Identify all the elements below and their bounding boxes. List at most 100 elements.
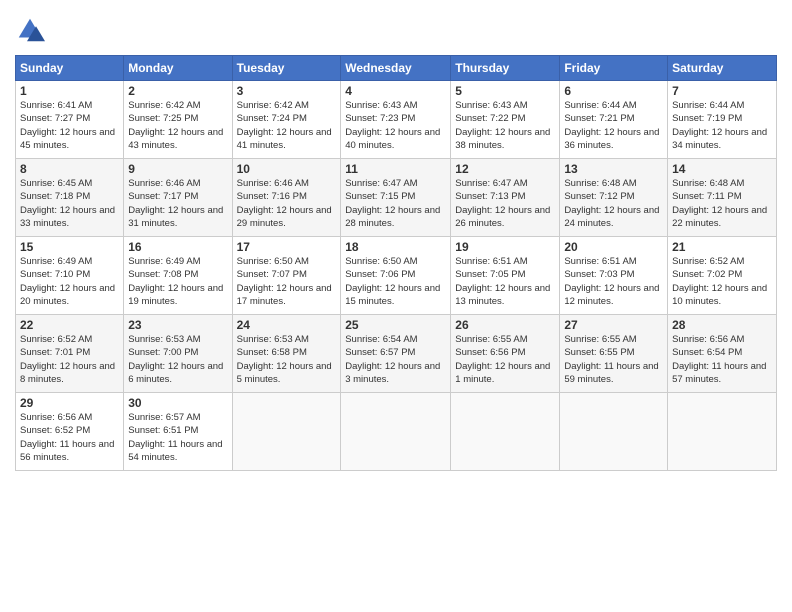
calendar-cell [341,393,451,471]
day-number: 23 [128,318,227,332]
calendar-cell: 25Sunrise: 6:54 AMSunset: 6:57 PMDayligh… [341,315,451,393]
logo [15,15,49,45]
day-number: 12 [455,162,555,176]
calendar-cell: 5Sunrise: 6:43 AMSunset: 7:22 PMDaylight… [451,81,560,159]
day-number: 15 [20,240,119,254]
day-number: 25 [345,318,446,332]
day-info: Sunrise: 6:55 AMSunset: 6:56 PMDaylight:… [455,333,555,386]
day-info: Sunrise: 6:42 AMSunset: 7:24 PMDaylight:… [237,99,337,152]
day-info: Sunrise: 6:43 AMSunset: 7:22 PMDaylight:… [455,99,555,152]
day-number: 5 [455,84,555,98]
calendar-week-1: 1Sunrise: 6:41 AMSunset: 7:27 PMDaylight… [16,81,777,159]
day-info: Sunrise: 6:48 AMSunset: 7:11 PMDaylight:… [672,177,772,230]
calendar-cell: 29Sunrise: 6:56 AMSunset: 6:52 PMDayligh… [16,393,124,471]
calendar-cell: 19Sunrise: 6:51 AMSunset: 7:05 PMDayligh… [451,237,560,315]
day-number: 2 [128,84,227,98]
calendar-header-friday: Friday [560,56,668,81]
calendar-cell [668,393,777,471]
day-info: Sunrise: 6:57 AMSunset: 6:51 PMDaylight:… [128,411,227,464]
calendar-header-wednesday: Wednesday [341,56,451,81]
day-info: Sunrise: 6:49 AMSunset: 7:08 PMDaylight:… [128,255,227,308]
calendar-cell: 1Sunrise: 6:41 AMSunset: 7:27 PMDaylight… [16,81,124,159]
calendar-cell: 24Sunrise: 6:53 AMSunset: 6:58 PMDayligh… [232,315,341,393]
day-info: Sunrise: 6:44 AMSunset: 7:19 PMDaylight:… [672,99,772,152]
calendar-cell: 8Sunrise: 6:45 AMSunset: 7:18 PMDaylight… [16,159,124,237]
calendar-cell: 22Sunrise: 6:52 AMSunset: 7:01 PMDayligh… [16,315,124,393]
calendar-header-saturday: Saturday [668,56,777,81]
day-number: 19 [455,240,555,254]
calendar-cell: 6Sunrise: 6:44 AMSunset: 7:21 PMDaylight… [560,81,668,159]
day-number: 13 [564,162,663,176]
calendar-cell: 18Sunrise: 6:50 AMSunset: 7:06 PMDayligh… [341,237,451,315]
day-info: Sunrise: 6:45 AMSunset: 7:18 PMDaylight:… [20,177,119,230]
day-number: 4 [345,84,446,98]
calendar-header-row: SundayMondayTuesdayWednesdayThursdayFrid… [16,56,777,81]
calendar-week-2: 8Sunrise: 6:45 AMSunset: 7:18 PMDaylight… [16,159,777,237]
day-info: Sunrise: 6:52 AMSunset: 7:02 PMDaylight:… [672,255,772,308]
day-number: 17 [237,240,337,254]
calendar-cell: 27Sunrise: 6:55 AMSunset: 6:55 PMDayligh… [560,315,668,393]
day-info: Sunrise: 6:50 AMSunset: 7:06 PMDaylight:… [345,255,446,308]
day-number: 8 [20,162,119,176]
calendar-cell: 10Sunrise: 6:46 AMSunset: 7:16 PMDayligh… [232,159,341,237]
calendar-week-3: 15Sunrise: 6:49 AMSunset: 7:10 PMDayligh… [16,237,777,315]
calendar-cell: 3Sunrise: 6:42 AMSunset: 7:24 PMDaylight… [232,81,341,159]
day-info: Sunrise: 6:56 AMSunset: 6:52 PMDaylight:… [20,411,119,464]
calendar-cell: 7Sunrise: 6:44 AMSunset: 7:19 PMDaylight… [668,81,777,159]
calendar-header-thursday: Thursday [451,56,560,81]
day-number: 26 [455,318,555,332]
day-info: Sunrise: 6:46 AMSunset: 7:17 PMDaylight:… [128,177,227,230]
day-info: Sunrise: 6:54 AMSunset: 6:57 PMDaylight:… [345,333,446,386]
day-info: Sunrise: 6:53 AMSunset: 7:00 PMDaylight:… [128,333,227,386]
day-info: Sunrise: 6:47 AMSunset: 7:13 PMDaylight:… [455,177,555,230]
calendar-cell: 20Sunrise: 6:51 AMSunset: 7:03 PMDayligh… [560,237,668,315]
calendar-body: 1Sunrise: 6:41 AMSunset: 7:27 PMDaylight… [16,81,777,471]
day-number: 6 [564,84,663,98]
day-info: Sunrise: 6:48 AMSunset: 7:12 PMDaylight:… [564,177,663,230]
day-info: Sunrise: 6:46 AMSunset: 7:16 PMDaylight:… [237,177,337,230]
day-number: 1 [20,84,119,98]
calendar-cell: 14Sunrise: 6:48 AMSunset: 7:11 PMDayligh… [668,159,777,237]
calendar-cell: 9Sunrise: 6:46 AMSunset: 7:17 PMDaylight… [124,159,232,237]
day-number: 21 [672,240,772,254]
day-number: 10 [237,162,337,176]
day-number: 29 [20,396,119,410]
day-number: 24 [237,318,337,332]
calendar-cell: 17Sunrise: 6:50 AMSunset: 7:07 PMDayligh… [232,237,341,315]
calendar-cell: 4Sunrise: 6:43 AMSunset: 7:23 PMDaylight… [341,81,451,159]
day-number: 7 [672,84,772,98]
calendar-cell: 21Sunrise: 6:52 AMSunset: 7:02 PMDayligh… [668,237,777,315]
day-number: 14 [672,162,772,176]
day-info: Sunrise: 6:49 AMSunset: 7:10 PMDaylight:… [20,255,119,308]
calendar-cell: 30Sunrise: 6:57 AMSunset: 6:51 PMDayligh… [124,393,232,471]
calendar-week-5: 29Sunrise: 6:56 AMSunset: 6:52 PMDayligh… [16,393,777,471]
calendar-cell: 11Sunrise: 6:47 AMSunset: 7:15 PMDayligh… [341,159,451,237]
day-info: Sunrise: 6:47 AMSunset: 7:15 PMDaylight:… [345,177,446,230]
day-number: 22 [20,318,119,332]
day-info: Sunrise: 6:55 AMSunset: 6:55 PMDaylight:… [564,333,663,386]
calendar: SundayMondayTuesdayWednesdayThursdayFrid… [15,55,777,471]
page: SundayMondayTuesdayWednesdayThursdayFrid… [0,0,792,612]
calendar-cell: 13Sunrise: 6:48 AMSunset: 7:12 PMDayligh… [560,159,668,237]
day-info: Sunrise: 6:53 AMSunset: 6:58 PMDaylight:… [237,333,337,386]
day-info: Sunrise: 6:50 AMSunset: 7:07 PMDaylight:… [237,255,337,308]
day-number: 28 [672,318,772,332]
calendar-header-sunday: Sunday [16,56,124,81]
day-number: 30 [128,396,227,410]
day-number: 16 [128,240,227,254]
header [15,15,777,45]
calendar-week-4: 22Sunrise: 6:52 AMSunset: 7:01 PMDayligh… [16,315,777,393]
day-info: Sunrise: 6:44 AMSunset: 7:21 PMDaylight:… [564,99,663,152]
calendar-cell [560,393,668,471]
day-info: Sunrise: 6:51 AMSunset: 7:05 PMDaylight:… [455,255,555,308]
calendar-cell: 12Sunrise: 6:47 AMSunset: 7:13 PMDayligh… [451,159,560,237]
day-info: Sunrise: 6:52 AMSunset: 7:01 PMDaylight:… [20,333,119,386]
day-number: 11 [345,162,446,176]
day-number: 18 [345,240,446,254]
day-number: 9 [128,162,227,176]
calendar-cell: 26Sunrise: 6:55 AMSunset: 6:56 PMDayligh… [451,315,560,393]
calendar-cell: 16Sunrise: 6:49 AMSunset: 7:08 PMDayligh… [124,237,232,315]
calendar-cell [232,393,341,471]
day-info: Sunrise: 6:56 AMSunset: 6:54 PMDaylight:… [672,333,772,386]
calendar-header-monday: Monday [124,56,232,81]
